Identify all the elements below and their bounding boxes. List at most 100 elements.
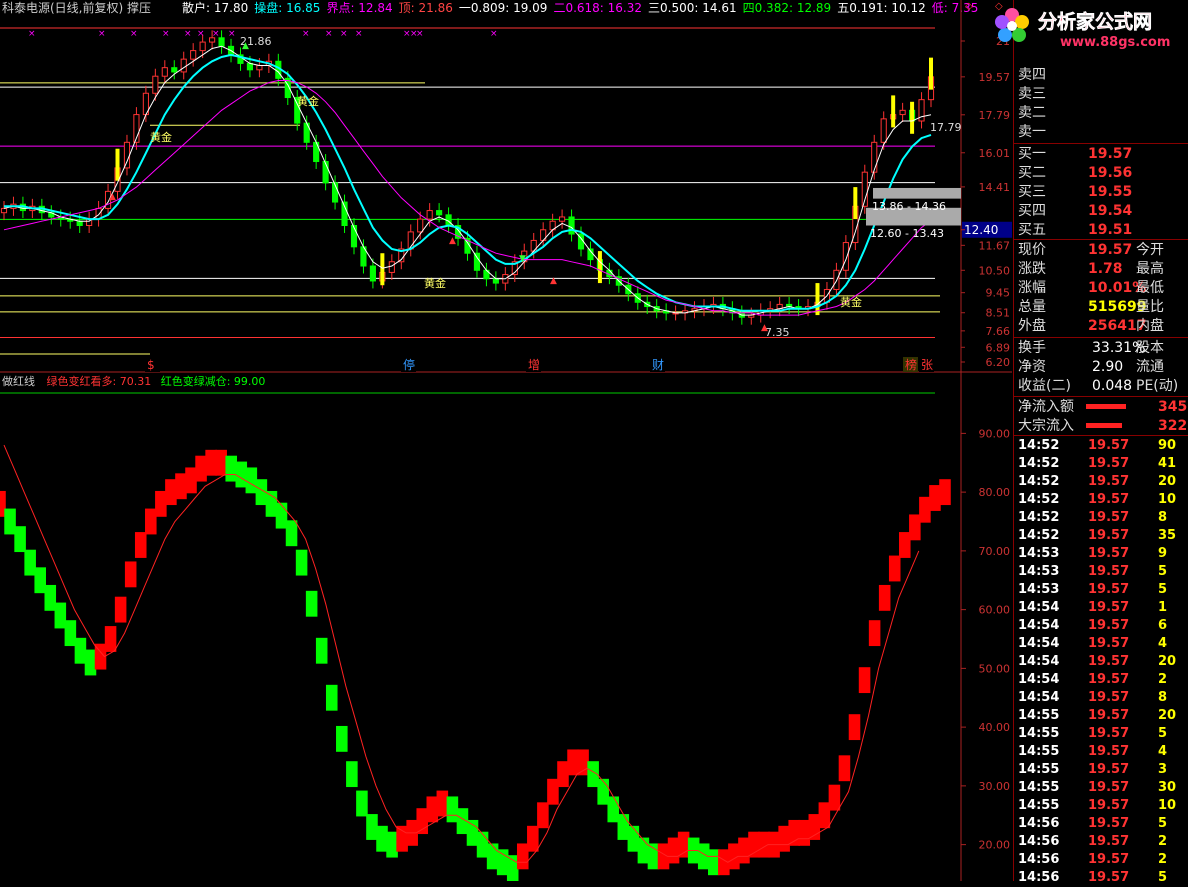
tick-time: 14:54 (1018, 636, 1060, 651)
arrow-marker-icon: ▲ (761, 323, 768, 333)
tick-row: 14:52 19.57 90 (1018, 437, 1188, 455)
quote-label: 今开 (1136, 242, 1164, 258)
indicator-bar (899, 532, 911, 558)
tick-price: 19.57 (1088, 762, 1130, 777)
corner-icon: ◇ (965, 1, 973, 12)
quote-label: 内盘 (1136, 318, 1164, 334)
indicator-bar (185, 467, 197, 494)
tick-time: 14:52 (1018, 456, 1060, 471)
chart-annotation: 黄金 (424, 276, 446, 290)
indicator-bar (24, 549, 36, 576)
top-marker: × (130, 29, 138, 39)
y-tick-label: 14.41 (979, 181, 1011, 194)
tick-volume: 20 (1158, 474, 1177, 489)
indicator-bar (828, 784, 841, 811)
indicator-bar (346, 761, 358, 788)
stat-row: 净资 2.90 流通 (1018, 358, 1188, 376)
indicator-bar (34, 567, 46, 594)
tick-row: 14:54 19.57 6 (1018, 617, 1188, 635)
flow-bar (1086, 423, 1122, 428)
tick-volume: 5 (1158, 564, 1168, 579)
tick-price: 19.57 (1088, 852, 1130, 867)
quote-row: 涨跌 1.78 最高 (1018, 260, 1188, 278)
signal-bar (929, 57, 933, 90)
tick-price: 19.57 (1088, 438, 1130, 453)
y-tick-label: 6.20 (986, 356, 1011, 369)
indicator-bar (366, 814, 378, 840)
flow-label: 大宗流入 (1018, 418, 1074, 434)
indicator-bar (195, 455, 207, 482)
indicator-chart[interactable]: 90.00 80.00 70.00 60.00 50.00 40.00 30.00 20.00 (0, 374, 1012, 881)
signal-bar (891, 95, 896, 128)
tick-price: 19.57 (1088, 798, 1130, 813)
tick-time: 14:52 (1018, 492, 1060, 507)
quote-row: 总量 515699 量比 (1018, 298, 1188, 316)
indicator-bar (667, 837, 680, 864)
indicator-bar (537, 802, 549, 829)
candle-body (199, 41, 206, 52)
candle-body (218, 37, 225, 47)
tick-time: 14:55 (1018, 798, 1060, 813)
arrow-marker-icon: ▲ (109, 192, 116, 202)
tick-volume: 8 (1158, 690, 1168, 705)
indicator-bar (577, 749, 589, 776)
stat-value: 0.048 (1092, 378, 1133, 394)
tick-row: 14:52 19.57 35 (1018, 527, 1188, 545)
indicator-bar (527, 825, 539, 852)
buy-price: 19.51 (1088, 222, 1133, 238)
top-marker: × (490, 29, 498, 39)
tick-time: 14:54 (1018, 654, 1060, 669)
candle-body (388, 261, 395, 273)
top-marker: × (197, 29, 205, 39)
indicator-bar (175, 473, 187, 500)
indicator-bar (808, 814, 821, 840)
indicator-bar (939, 479, 951, 506)
tick-volume: 3 (1158, 762, 1168, 777)
indicator-bar (617, 814, 630, 840)
stat-label: 流通 (1136, 359, 1164, 375)
indicator-bar (4, 508, 16, 535)
chart-annotation: 12.60 - 13.43 (870, 227, 944, 240)
indicator-y-label: 50.00 (979, 662, 1011, 675)
event-marker: 榜 (905, 357, 917, 372)
quote-row: 外盘 256417 内盘 (1018, 317, 1188, 335)
indicator-bar (356, 790, 368, 817)
tick-row: 14:54 19.57 8 (1018, 689, 1188, 707)
tick-row: 14:52 19.57 41 (1018, 455, 1188, 473)
stat-label: 换手 (1018, 340, 1046, 356)
tick-price: 19.57 (1088, 672, 1130, 687)
buy-price: 19.56 (1088, 165, 1133, 181)
top-marker: × (212, 29, 220, 39)
quote-label: 现价 (1018, 242, 1046, 258)
current-price-label: 12.40 (964, 223, 998, 237)
tick-row: 14:54 19.57 2 (1018, 671, 1188, 689)
top-marker: × (302, 29, 310, 39)
tick-row: 14:55 19.57 4 (1018, 743, 1188, 761)
price-chart[interactable]: 21.86黄金黄金黄金黄金17.7913.86 - 14.3612.60 - 1… (0, 0, 1012, 374)
indicator-bar (14, 526, 26, 553)
tick-time: 14:54 (1018, 672, 1060, 687)
indicator-bar (84, 649, 97, 676)
y-tick-label: 16.01 (979, 147, 1011, 160)
stat-value: 2.90 (1092, 359, 1124, 375)
y-tick-label: 6.89 (986, 341, 1011, 354)
indicator-bar (557, 761, 569, 788)
candle-body (559, 216, 566, 222)
tick-row: 14:53 19.57 5 (1018, 563, 1188, 581)
tick-price: 19.57 (1088, 546, 1130, 561)
top-marker: × (416, 29, 424, 39)
indicator-bar (336, 725, 348, 752)
quote-label: 最低 (1136, 280, 1164, 296)
tick-price: 19.57 (1088, 600, 1130, 615)
indicator-bar (858, 667, 871, 694)
indicator-bar (466, 819, 479, 846)
indicator-bar (376, 825, 388, 852)
candle-body (492, 278, 499, 284)
subchart-header: 做红线 绿色变红看多: 70.31 红色变绿减仓: 99.00 (2, 375, 265, 389)
indicator-bar (567, 749, 579, 776)
tick-time: 14:55 (1018, 708, 1060, 723)
quote-label: 总量 (1018, 299, 1046, 315)
candle-body (871, 141, 878, 173)
indicator-y-label: 60.00 (979, 604, 1011, 617)
indicator-bar (647, 843, 660, 870)
